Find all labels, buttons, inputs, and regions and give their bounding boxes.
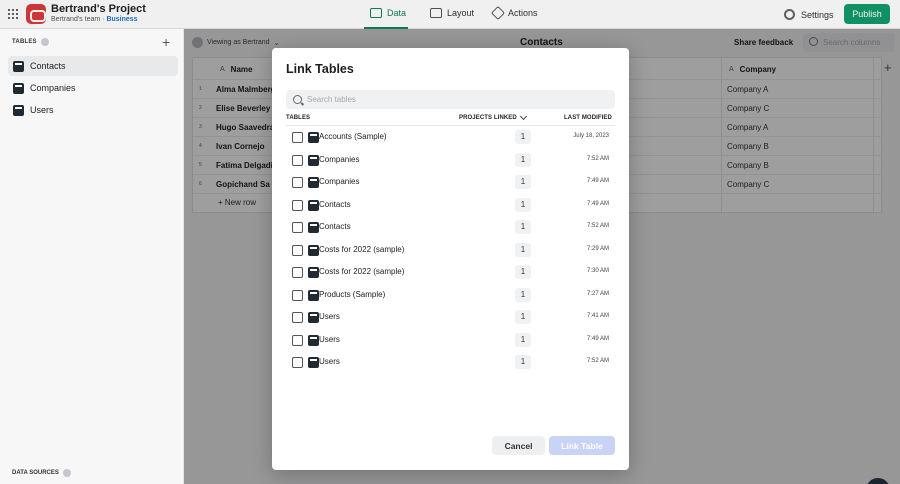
sidebar-item-label: Companies [30, 83, 76, 93]
search-icon [293, 95, 302, 104]
link-table-button[interactable]: Link Table [549, 436, 615, 455]
projects-linked-count: 1 [515, 332, 531, 347]
table-icon [308, 312, 319, 323]
table-list-item[interactable]: Users 1 7:41 AM [286, 307, 615, 329]
table-name: Costs for 2022 (sample) [319, 244, 405, 254]
projects-linked-count: 1 [515, 197, 531, 212]
table-checkbox[interactable] [292, 312, 303, 323]
table-list-item[interactable]: Users 1 7:49 AM [286, 330, 615, 352]
table-checkbox[interactable] [292, 222, 303, 233]
data-sources-title: DATA SOURCES [12, 469, 71, 477]
projects-linked-count: 1 [515, 152, 531, 167]
projects-linked-count: 1 [515, 242, 531, 257]
last-modified: 7:49 AM [586, 335, 609, 342]
cancel-button[interactable]: Cancel [492, 436, 545, 455]
last-modified: 7:41 AM [586, 313, 609, 319]
projects-linked-count: 1 [515, 220, 531, 234]
table-icon [308, 154, 319, 166]
table-list-item[interactable]: Users 1 7:52 AM [286, 352, 615, 374]
projects-linked-count: 1 [515, 265, 531, 279]
table-icon [13, 104, 24, 116]
table-list-item[interactable]: Accounts (Sample) 1 July 18, 2023 [286, 127, 615, 149]
search-tables-input[interactable] [286, 90, 615, 109]
projects-linked-count: 1 [515, 175, 531, 189]
sidebar-item-users[interactable]: Users [8, 100, 178, 120]
table-checkbox[interactable] [292, 244, 303, 256]
link-tables-modal: Link Tables TABLES PROJECTS LINKED LAST … [272, 48, 629, 470]
table-name: Users [319, 312, 340, 321]
sidebar-item-label: Contacts [30, 61, 66, 71]
table-list-item[interactable]: Contacts 1 7:49 AM [286, 195, 615, 217]
chevron-down-icon [519, 112, 527, 121]
table-checkbox[interactable] [292, 357, 303, 368]
last-modified: 7:49 AM [586, 200, 609, 207]
add-table-icon[interactable]: + [162, 34, 170, 50]
header-divider [286, 125, 615, 126]
info-icon[interactable] [62, 469, 71, 477]
table-checkbox[interactable] [292, 199, 303, 211]
header-last-modified[interactable]: LAST MODIFIED [564, 115, 612, 121]
header-projects-linked-label: PROJECTS LINKED [459, 115, 517, 121]
table-name: Costs for 2022 (sample) [319, 267, 405, 276]
last-modified: 7:52 AM [586, 223, 609, 229]
last-modified: 7:29 AM [586, 245, 609, 252]
sidebar-item-companies[interactable]: Companies [8, 78, 178, 98]
last-modified: 7:30 AM [586, 268, 609, 274]
table-icon [308, 199, 319, 211]
last-modified: 7:27 AM [586, 290, 609, 297]
topbar-backdrop [0, 0, 900, 29]
data-sources-label: DATA SOURCES [12, 470, 59, 476]
table-checkbox[interactable] [292, 132, 303, 143]
last-modified: 7:49 AM [586, 178, 609, 184]
table-icon [13, 60, 24, 72]
header-tables: TABLES [286, 115, 311, 121]
tables-title-label: TABLES [12, 39, 37, 45]
table-icon [308, 289, 319, 301]
table-checkbox[interactable] [292, 334, 303, 346]
table-list-item[interactable]: Costs for 2022 (sample) 1 7:29 AM [286, 240, 615, 262]
sidebar: TABLES + Contacts Companies Users [0, 29, 184, 484]
table-name: Companies [319, 177, 360, 186]
table-icon [308, 334, 319, 346]
tables-section-title: TABLES [12, 38, 49, 46]
last-modified: 7:52 AM [586, 155, 609, 162]
table-name: Users [319, 357, 340, 366]
table-icon [308, 177, 319, 188]
projects-linked-count: 1 [515, 310, 531, 324]
table-icon [13, 82, 24, 94]
table-icon [308, 132, 319, 143]
last-modified: July 18, 2023 [573, 133, 609, 139]
info-icon[interactable] [40, 38, 49, 46]
last-modified: 7:52 AM [586, 358, 609, 364]
table-list-item[interactable]: Costs for 2022 (sample) 1 7:30 AM [286, 262, 615, 284]
table-icon [308, 244, 319, 256]
table-icon [308, 222, 319, 233]
table-list-item[interactable]: Companies 1 7:49 AM [286, 172, 615, 194]
table-icon [308, 267, 319, 278]
table-checkbox[interactable] [292, 177, 303, 188]
table-name: Companies [319, 154, 360, 164]
table-name: Contacts [319, 199, 351, 209]
table-list-item[interactable]: Contacts 1 7:52 AM [286, 217, 615, 239]
table-name: Users [319, 334, 340, 344]
table-checkbox[interactable] [292, 154, 303, 166]
projects-linked-count: 1 [515, 355, 531, 369]
projects-linked-count: 1 [515, 130, 531, 144]
projects-linked-count: 1 [515, 287, 531, 302]
table-name: Accounts (Sample) [319, 132, 387, 141]
table-list-item[interactable]: Products (Sample) 1 7:27 AM [286, 285, 615, 307]
table-icon [308, 357, 319, 368]
modal-title: Link Tables [286, 62, 354, 76]
table-name: Contacts [319, 222, 351, 231]
table-checkbox[interactable] [292, 289, 303, 301]
table-name: Products (Sample) [319, 289, 386, 299]
header-projects-linked[interactable]: PROJECTS LINKED [459, 112, 527, 121]
table-checkbox[interactable] [292, 267, 303, 278]
table-list-item[interactable]: Companies 1 7:52 AM [286, 150, 615, 172]
sidebar-item-contacts[interactable]: Contacts [8, 56, 178, 76]
sidebar-item-label: Users [30, 105, 54, 115]
